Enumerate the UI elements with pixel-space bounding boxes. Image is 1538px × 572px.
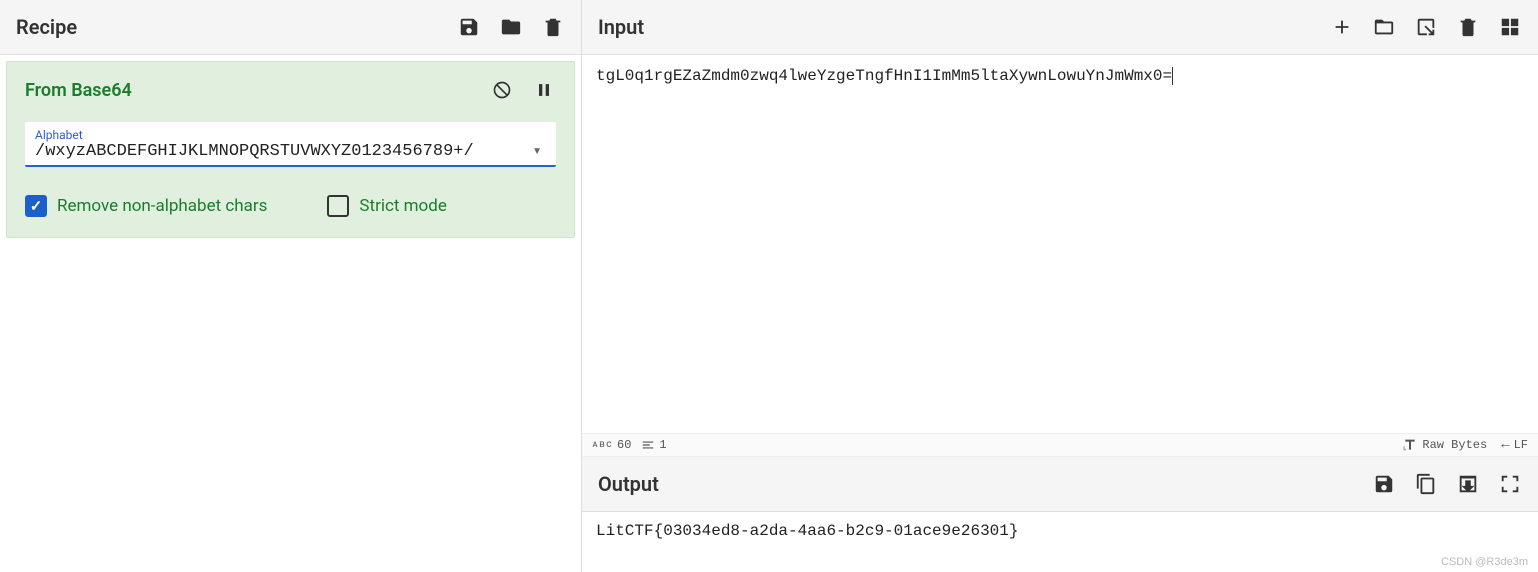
clear-input-icon[interactable] xyxy=(1456,15,1480,39)
input-title: Input xyxy=(598,15,644,39)
folder-icon[interactable] xyxy=(499,15,523,39)
recipe-title: Recipe xyxy=(16,15,77,39)
alphabet-label: Alphabet xyxy=(35,128,546,142)
output-header: Output xyxy=(582,457,1538,512)
alphabet-dropdown-icon[interactable]: ▼ xyxy=(528,146,546,157)
layout-toggle-icon[interactable] xyxy=(1498,15,1522,39)
input-header: Input xyxy=(582,0,1538,55)
strict-mode-label: Strict mode xyxy=(359,196,446,216)
recipe-pane: Recipe From Base64 xyxy=(0,0,582,572)
output-title: Output xyxy=(598,472,659,496)
save-output-icon[interactable] xyxy=(1372,472,1396,496)
input-text: tgL0q1rgEZaZmdm0zwq4lweYzgeTngfHnI1ImMm5… xyxy=(596,67,1172,85)
pause-operation-icon[interactable] xyxy=(532,78,556,102)
checkbox-unchecked-icon xyxy=(327,195,349,217)
delete-recipe-icon[interactable] xyxy=(541,15,565,39)
alphabet-input[interactable] xyxy=(35,142,528,161)
move-output-to-input-icon[interactable] xyxy=(1456,472,1480,496)
copy-output-icon[interactable] xyxy=(1414,472,1438,496)
add-input-icon[interactable] xyxy=(1330,15,1354,39)
input-textarea[interactable]: tgL0q1rgEZaZmdm0zwq4lweYzgeTngfHnI1ImMm5… xyxy=(582,55,1538,433)
remove-non-alpha-checkbox[interactable]: Remove non-alphabet chars xyxy=(25,195,267,217)
alphabet-field[interactable]: Alphabet ▼ xyxy=(25,122,556,167)
checkbox-checked-icon xyxy=(25,195,47,217)
io-pane: Input tgL0q1rgEZaZmdm0zwq4lweYz xyxy=(582,0,1538,572)
watermark: CSDN @R3de3m xyxy=(1441,556,1528,568)
open-file-input-icon[interactable] xyxy=(1414,15,1438,39)
output-textarea[interactable]: LitCTF{03034ed8-a2da-4aa6-b2c9-01ace9e26… xyxy=(582,512,1538,572)
status-bar: ᴀʙᴄ 60 1 Raw Bytes ← LF xyxy=(582,433,1538,457)
disable-operation-icon[interactable] xyxy=(490,78,514,102)
operation-title: From Base64 xyxy=(25,80,132,101)
remove-non-alpha-label: Remove non-alphabet chars xyxy=(57,196,267,216)
line-count: 1 xyxy=(641,438,666,452)
line-ending-toggle[interactable]: ← LF xyxy=(1501,437,1528,453)
operation-card-from-base64: From Base64 Alphabet ▼ xyxy=(6,61,575,238)
encoding-toggle[interactable]: Raw Bytes xyxy=(1402,437,1487,453)
recipe-list: From Base64 Alphabet ▼ xyxy=(0,55,581,572)
open-folder-input-icon[interactable] xyxy=(1372,15,1396,39)
recipe-header: Recipe xyxy=(0,0,581,55)
strict-mode-checkbox[interactable]: Strict mode xyxy=(327,195,446,217)
maximize-output-icon[interactable] xyxy=(1498,472,1522,496)
output-text: LitCTF{03034ed8-a2da-4aa6-b2c9-01ace9e26… xyxy=(596,522,1018,540)
char-count: ᴀʙᴄ 60 xyxy=(592,438,631,452)
save-recipe-icon[interactable] xyxy=(457,15,481,39)
